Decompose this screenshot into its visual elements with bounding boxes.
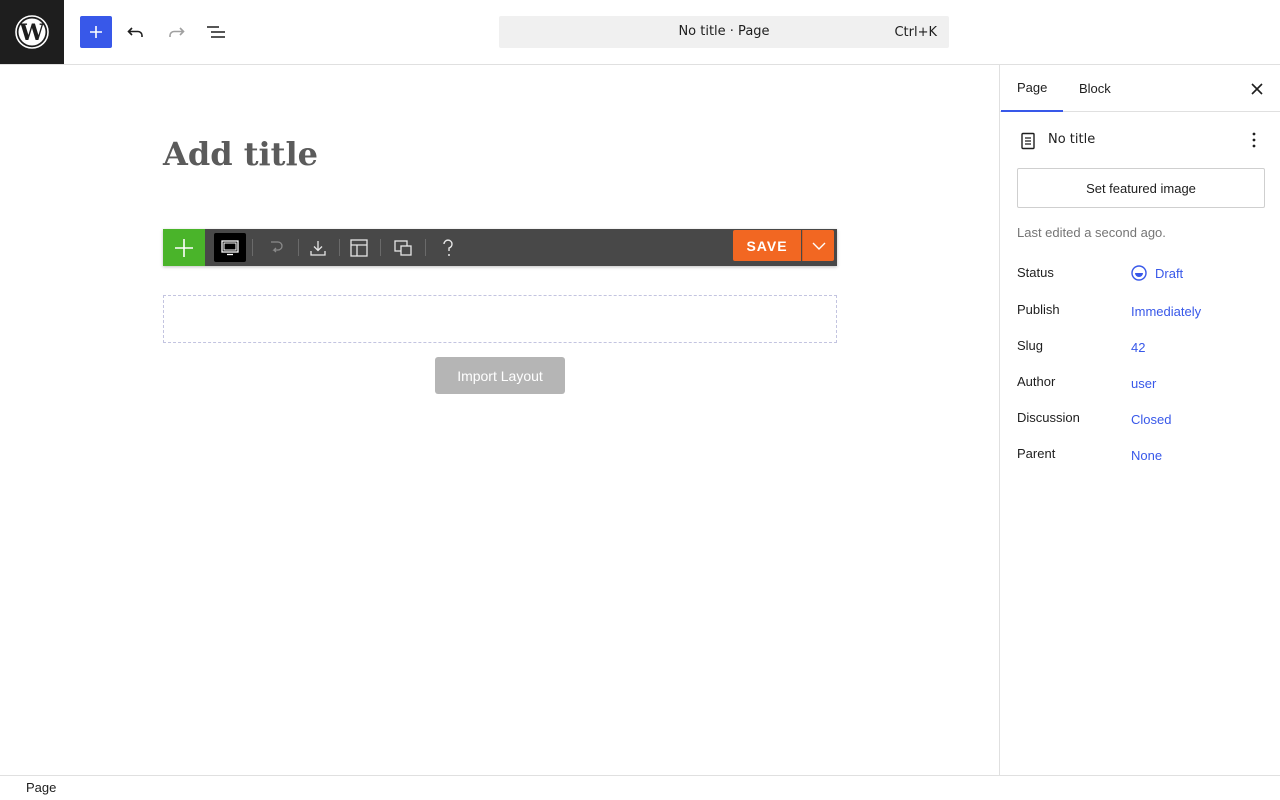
builder-toolbar: SAVE <box>163 229 837 266</box>
page-icon <box>1017 130 1039 152</box>
breadcrumb[interactable]: Page <box>26 780 56 795</box>
toolbar-divider <box>339 239 340 256</box>
keyboard-shortcut: Ctrl+K <box>894 25 937 40</box>
import-layout-button[interactable]: Import Layout <box>435 357 565 394</box>
download-icon <box>310 240 326 256</box>
post-title-input[interactable]: Add title <box>163 135 318 173</box>
more-vertical-icon <box>1252 132 1256 148</box>
responsive-button[interactable] <box>387 233 419 262</box>
add-block-button[interactable] <box>80 16 112 48</box>
draft-icon <box>1131 265 1147 281</box>
toolbar-divider <box>425 239 426 256</box>
history-button[interactable] <box>260 233 292 262</box>
more-options-button[interactable] <box>1243 129 1265 151</box>
toolbar-divider <box>380 239 381 256</box>
meta-row-status: Status Draft <box>1017 265 1265 285</box>
meta-label: Slug <box>1017 338 1044 353</box>
editor-footer: Page <box>0 775 1280 800</box>
document-title: No title · Page <box>678 24 770 39</box>
meta-label: Parent <box>1017 446 1056 461</box>
builder-drop-area[interactable] <box>163 295 837 343</box>
layouts-button[interactable] <box>343 233 375 262</box>
screen-icon <box>221 239 239 255</box>
toolbar-divider <box>252 239 253 256</box>
chevron-down-icon <box>812 242 825 250</box>
import-export-button[interactable] <box>302 233 334 262</box>
discussion-value-button[interactable]: Closed <box>1131 412 1171 427</box>
meta-label: Publish <box>1017 302 1060 317</box>
slug-value-button[interactable]: 42 <box>1131 340 1145 355</box>
layout-icon <box>350 238 368 257</box>
sidebar-tabs: Page Block <box>1000 65 1280 112</box>
redo-button[interactable] <box>160 16 192 48</box>
document-summary: No title <box>1017 129 1265 151</box>
editor-header: W No title · Page Ctrl+K <box>0 0 1280 65</box>
meta-value: Draft <box>1155 265 1184 281</box>
builder-save-button[interactable]: SAVE <box>733 230 801 261</box>
help-icon <box>443 238 453 256</box>
meta-row-discussion: Discussion Closed <box>1017 410 1265 430</box>
set-featured-image-button[interactable]: Set featured image <box>1017 168 1265 208</box>
author-value-button[interactable]: user <box>1131 376 1156 391</box>
undo-button[interactable] <box>120 16 152 48</box>
meta-row-publish: Publish Immediately <box>1017 302 1265 322</box>
tab-page[interactable]: Page <box>1001 65 1064 112</box>
command-palette-button[interactable]: No title · Page Ctrl+K <box>499 16 949 48</box>
list-view-icon <box>207 26 225 38</box>
redo-icon <box>169 27 185 37</box>
builder-save-options-button[interactable] <box>802 230 834 261</box>
close-sidebar-button[interactable] <box>1245 77 1269 101</box>
plus-icon <box>90 26 102 38</box>
svg-text:W: W <box>19 20 45 46</box>
builder-add-button[interactable] <box>163 229 205 266</box>
status-value-button[interactable]: Draft <box>1131 265 1183 281</box>
responsive-icon <box>394 239 412 256</box>
plus-icon <box>175 238 193 257</box>
history-icon <box>271 240 283 252</box>
meta-label: Author <box>1017 374 1056 389</box>
document-title-label: No title <box>1048 132 1096 147</box>
meta-row-author: Author user <box>1017 374 1265 394</box>
preview-button[interactable] <box>214 233 246 262</box>
wordpress-logo-icon: W <box>15 15 49 49</box>
publish-value-button[interactable]: Immediately <box>1131 304 1201 319</box>
last-edited-text: Last edited a second ago. <box>1017 225 1166 240</box>
tab-block[interactable]: Block <box>1063 65 1127 112</box>
wordpress-logo-button[interactable]: W <box>0 0 64 64</box>
undo-icon <box>127 27 143 37</box>
settings-sidebar: Page Block No title Set featured image L… <box>999 65 1280 775</box>
document-overview-button[interactable] <box>200 16 232 48</box>
meta-label: Discussion <box>1017 410 1080 425</box>
close-icon <box>1251 83 1263 95</box>
meta-label: Status <box>1017 265 1054 280</box>
toolbar-divider <box>298 239 299 256</box>
meta-row-slug: Slug 42 <box>1017 338 1265 358</box>
editor-canvas: Add title SAVE Import Layout <box>0 65 999 775</box>
meta-row-parent: Parent None <box>1017 446 1265 466</box>
help-button[interactable] <box>432 233 464 262</box>
parent-value-button[interactable]: None <box>1131 448 1162 463</box>
